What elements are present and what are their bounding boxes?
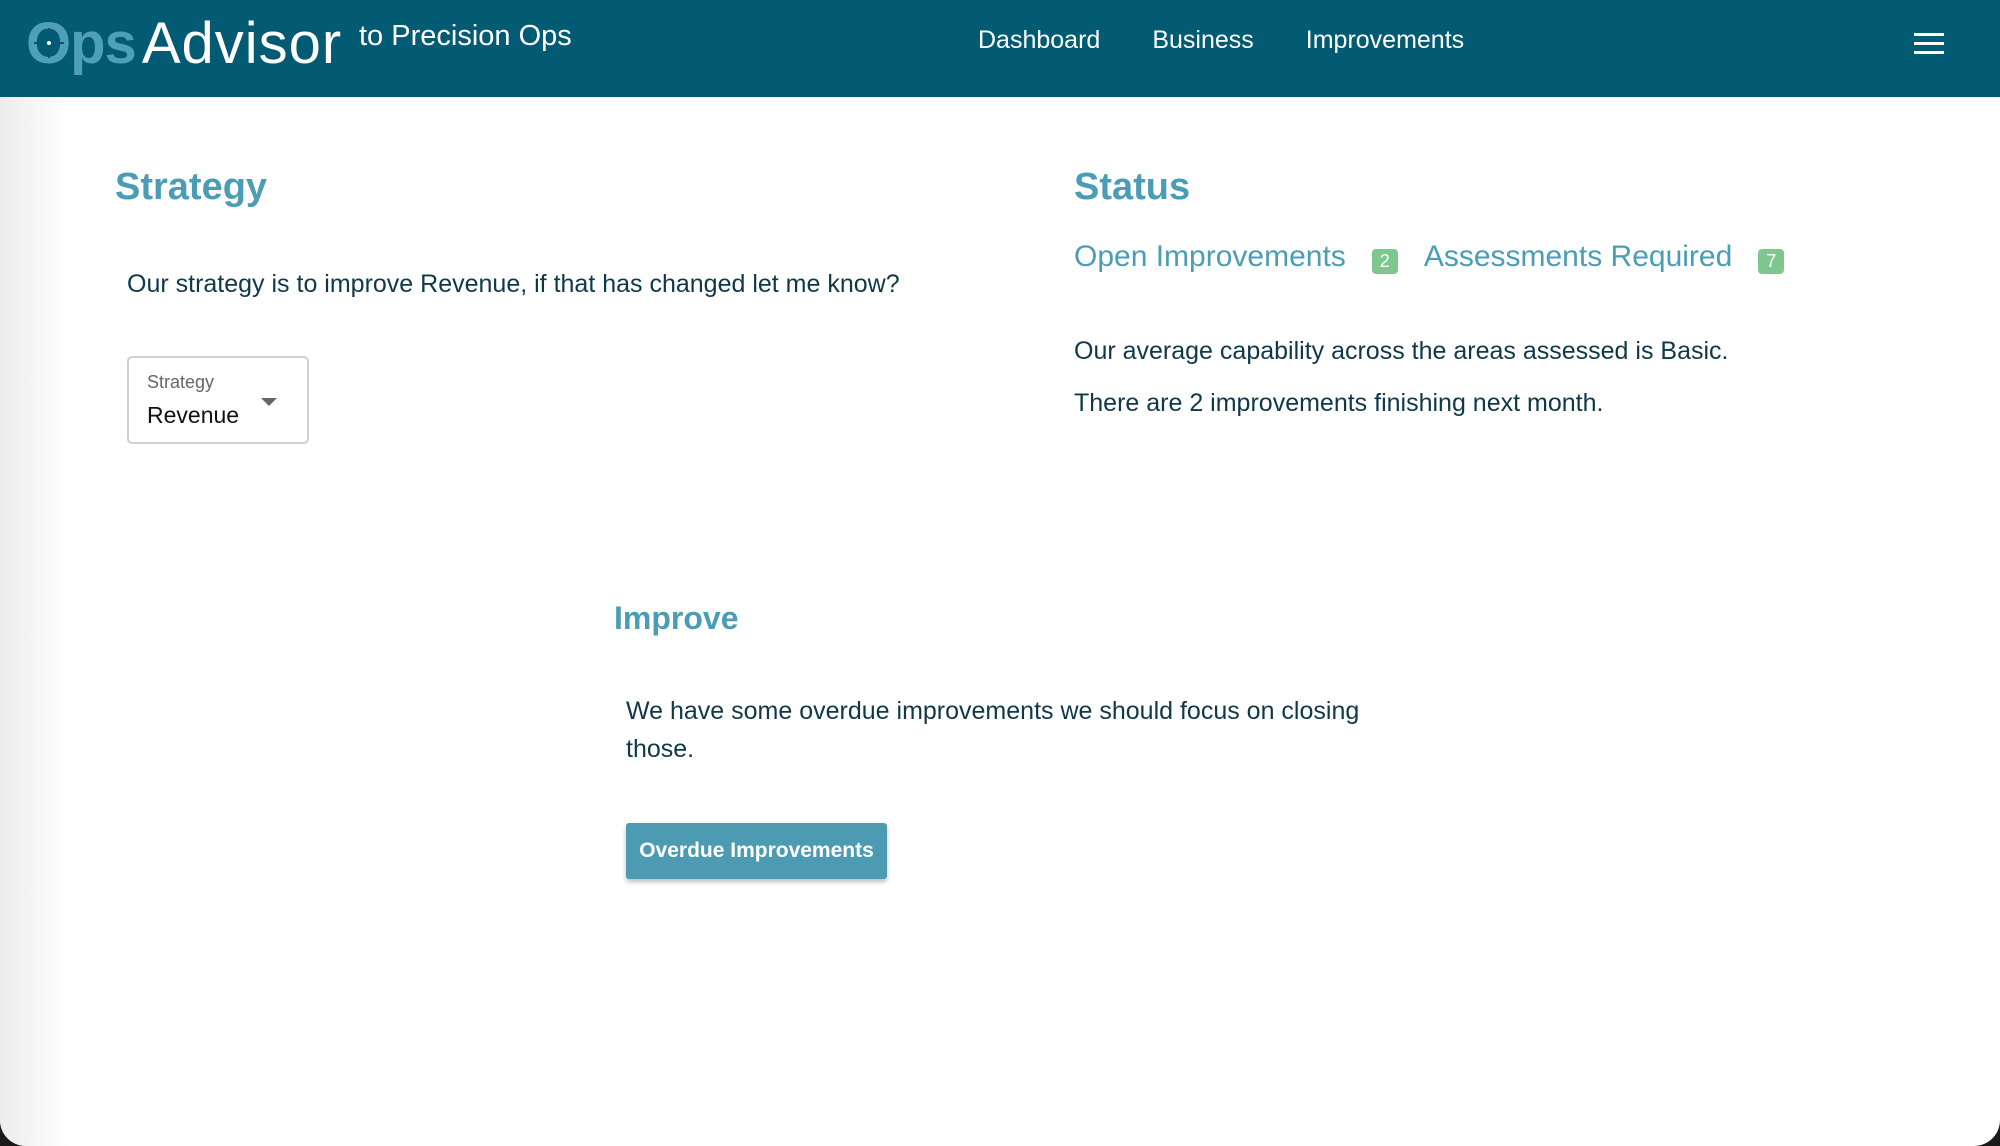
overdue-improvements-button[interactable]: Overdue Improvements xyxy=(626,823,887,879)
chevron-down-icon xyxy=(261,398,277,406)
logo[interactable]: Ops Advisor xyxy=(26,10,342,77)
main-nav: Dashboard Business Improvements xyxy=(978,26,1464,55)
strategy-text: Our strategy is to improve Revenue, if t… xyxy=(127,270,900,298)
hamburger-menu-icon[interactable] xyxy=(1914,33,1944,55)
assessments-required-link[interactable]: Assessments Required xyxy=(1424,240,1732,274)
tagline: to Precision Ops xyxy=(359,20,572,52)
assessments-required-badge: 7 xyxy=(1758,248,1785,274)
logo-ops: Ops xyxy=(26,11,137,76)
strategy-select-label: Strategy xyxy=(147,372,215,392)
status-finishing-text: There are 2 improvements finishing next … xyxy=(1074,389,1604,417)
improve-text: We have some overdue improvements we sho… xyxy=(626,697,1360,763)
crosshair-icon xyxy=(34,28,64,58)
open-improvements-badge: 2 xyxy=(1371,248,1398,274)
nav-improvements[interactable]: Improvements xyxy=(1306,26,1464,55)
status-links: Open Improvements 2 Assessments Required… xyxy=(1074,240,1810,274)
strategy-title: Strategy xyxy=(115,166,268,208)
logo-advisor: Advisor xyxy=(141,11,343,76)
open-improvements-link[interactable]: Open Improvements xyxy=(1074,240,1346,274)
strategy-select-value: Revenue xyxy=(147,402,240,428)
status-capability-text: Our average capability across the areas … xyxy=(1074,337,1729,365)
app-window: Ops Advisor to Precision Ops Dashboard B… xyxy=(0,0,2000,1146)
status-title: Status xyxy=(1074,166,1191,208)
improve-title: Improve xyxy=(614,600,739,636)
nav-business[interactable]: Business xyxy=(1152,26,1253,55)
strategy-select[interactable]: Strategy Revenue xyxy=(127,356,309,444)
nav-dashboard[interactable]: Dashboard xyxy=(978,26,1100,55)
top-nav-bar: Ops Advisor to Precision Ops Dashboard B… xyxy=(0,0,2000,97)
